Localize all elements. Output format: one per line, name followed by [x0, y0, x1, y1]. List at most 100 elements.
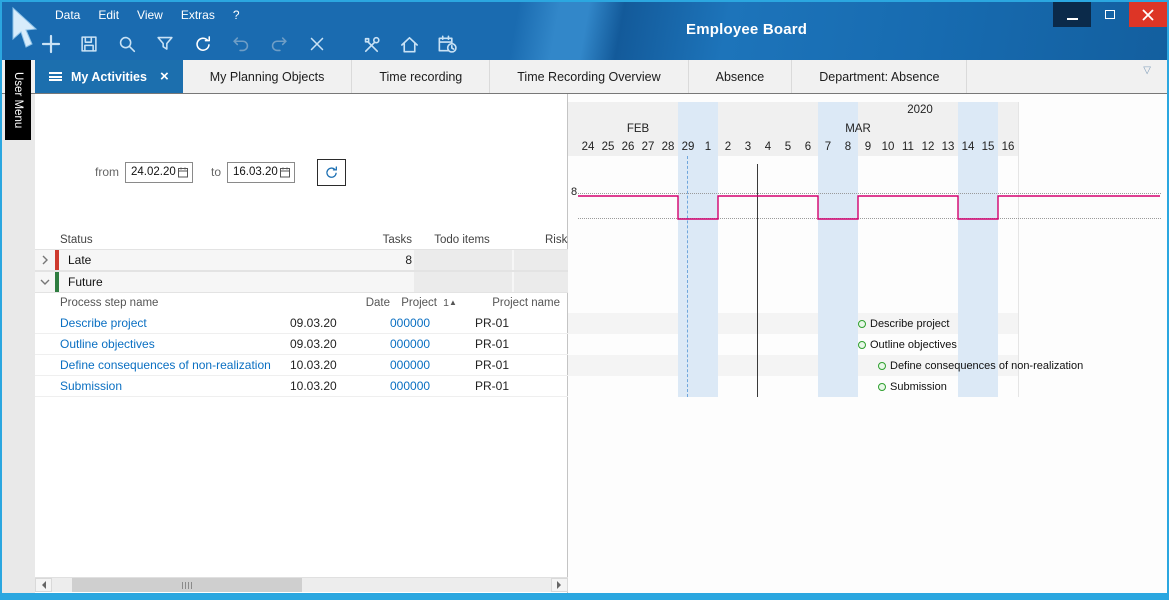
maximize-icon: [1105, 10, 1115, 19]
refresh-button[interactable]: [190, 31, 216, 57]
tab-close-icon[interactable]: ×: [160, 69, 169, 84]
collapse-chevron-down-icon[interactable]: [35, 278, 55, 286]
filter-button[interactable]: [152, 31, 178, 57]
home-button[interactable]: [396, 31, 422, 57]
sort-ascending-icon: ▲: [449, 298, 457, 307]
process-step-link[interactable]: Define consequences of non-realization: [55, 358, 290, 372]
tab-time-recording[interactable]: Time recording: [352, 60, 490, 93]
save-button[interactable]: [76, 31, 102, 57]
late-risks-cell: [512, 250, 568, 270]
project-link[interactable]: 000000: [390, 337, 437, 351]
tab-label: My Activities: [71, 70, 147, 84]
task-panel: from 24.02.20 to 16.03.20: [35, 94, 568, 593]
column-header-date[interactable]: Date: [290, 297, 390, 309]
row-date: 09.03.20: [290, 316, 390, 330]
user-menu-tab[interactable]: User Menu: [5, 60, 31, 140]
menu-item-edit[interactable]: Edit: [89, 8, 128, 22]
delete-button[interactable]: [304, 31, 330, 57]
save-icon: [78, 33, 100, 55]
table-row: Define consequences of non-realization10…: [35, 355, 568, 376]
menu-item-extras[interactable]: Extras: [172, 8, 224, 22]
tab-time-recording-overview[interactable]: Time Recording Overview: [490, 60, 688, 93]
expand-chevron-right-icon[interactable]: [35, 255, 55, 265]
undo-button[interactable]: [228, 31, 254, 57]
milestone-dot-icon: [858, 341, 866, 349]
menu-item-[interactable]: ?: [224, 8, 249, 22]
search-icon: [116, 33, 138, 55]
column-header-risks[interactable]: Risks: [512, 234, 568, 246]
late-tasks-count: 8: [345, 253, 412, 267]
process-step-link[interactable]: Describe project: [55, 316, 290, 330]
tab-department-absence[interactable]: Department: Absence: [792, 60, 967, 93]
project-link[interactable]: 000000: [390, 379, 437, 393]
tab-label: Time Recording Overview: [517, 70, 660, 84]
refresh-icon: [323, 164, 340, 181]
row-project-name: PR-01: [463, 337, 568, 351]
tools-button[interactable]: [358, 31, 384, 57]
calendar-icon[interactable]: [177, 166, 189, 179]
column-header-tasks[interactable]: Tasks: [345, 234, 412, 246]
tab-strip-spacer: [967, 60, 1143, 93]
to-date-input[interactable]: 16.03.20: [227, 162, 295, 183]
table-row: Describe project09.03.20000000PR-01: [35, 313, 568, 334]
late-todo-cell: [412, 250, 512, 270]
milestone-dot-icon: [858, 320, 866, 328]
from-date-input[interactable]: 24.02.20: [125, 162, 193, 183]
table-row: Outline objectives09.03.20000000PR-01: [35, 334, 568, 355]
group-row-late[interactable]: Late 8: [35, 249, 568, 271]
tab-overflow-dropdown-icon[interactable]: ▽: [1143, 65, 1151, 76]
close-button[interactable]: [1129, 2, 1167, 27]
sort-indicator[interactable]: 1▲: [437, 297, 463, 309]
project-link[interactable]: 000000: [390, 358, 437, 372]
redo-button[interactable]: [266, 31, 292, 57]
column-header-status[interactable]: Status: [55, 234, 345, 246]
gantt-panel: 2020 FEBMAR 2425262728291234567891011121…: [568, 94, 1167, 593]
to-label: to: [211, 165, 221, 179]
redo-icon: [268, 33, 290, 55]
tab-label: Absence: [716, 70, 765, 84]
column-header-process-step-name[interactable]: Process step name: [55, 297, 290, 309]
milestone-label: Submission: [890, 381, 947, 393]
minimize-button[interactable]: [1053, 2, 1091, 27]
group-label-late: Late: [68, 253, 91, 267]
tab-my-activities[interactable]: My Activities ×: [35, 60, 183, 93]
to-date-value: 16.03.20: [233, 166, 278, 178]
add-button[interactable]: [38, 31, 64, 57]
scroll-left-button[interactable]: [35, 578, 52, 592]
gantt-milestone[interactable]: Define consequences of non-realization: [878, 355, 1083, 376]
future-risks-cell: [512, 272, 568, 292]
group-row-future[interactable]: Future: [35, 271, 568, 293]
scroll-left-icon: [38, 581, 46, 589]
scroll-right-icon: [557, 581, 565, 589]
planning-calendar-button[interactable]: [434, 31, 460, 57]
row-project-name: PR-01: [463, 379, 568, 393]
process-step-link[interactable]: Submission: [55, 379, 290, 393]
menu-item-data[interactable]: Data: [46, 8, 89, 22]
tab-label: My Planning Objects: [210, 70, 325, 84]
apply-range-button[interactable]: [317, 159, 346, 186]
close-icon: [1142, 9, 1154, 21]
project-link[interactable]: 000000: [390, 316, 437, 330]
calendar-icon[interactable]: [279, 166, 291, 179]
gantt-milestone[interactable]: Describe project: [858, 313, 949, 334]
process-step-link[interactable]: Outline objectives: [55, 337, 290, 351]
column-header-todo-items[interactable]: Todo items: [412, 234, 512, 246]
column-header-project-name[interactable]: Project name: [463, 297, 568, 309]
maximize-button[interactable]: [1091, 2, 1129, 27]
tab-menu-icon[interactable]: [49, 72, 62, 81]
gantt-milestone[interactable]: Submission: [878, 376, 947, 397]
scroll-right-button[interactable]: [551, 578, 568, 592]
gantt-milestone[interactable]: Outline objectives: [858, 334, 957, 355]
scrollbar-thumb[interactable]: [72, 578, 302, 592]
window-controls: [1053, 2, 1167, 27]
scrollbar-track[interactable]: [52, 578, 551, 592]
column-header-project[interactable]: Project: [390, 297, 437, 309]
menu-bar: DataEditViewExtras?: [46, 2, 249, 28]
menu-item-view[interactable]: View: [128, 8, 172, 22]
search-button[interactable]: [114, 31, 140, 57]
filter-bar: from 24.02.20 to 16.03.20: [35, 158, 567, 186]
content-area: User Menu from 24.02.20 to 16.03.20: [2, 94, 1167, 593]
from-label: from: [95, 165, 119, 179]
tab-my-planning-objects[interactable]: My Planning Objects: [183, 60, 353, 93]
tab-absence[interactable]: Absence: [689, 60, 793, 93]
